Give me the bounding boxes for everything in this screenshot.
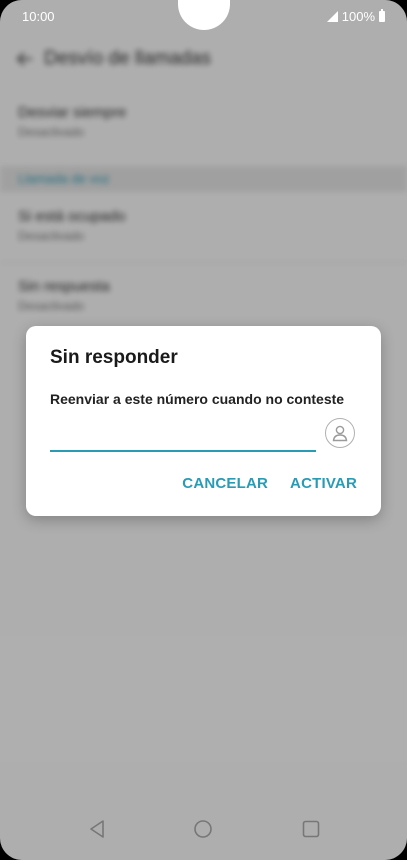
nav-back-icon[interactable] xyxy=(88,819,106,839)
signal-icon xyxy=(326,11,338,22)
phone-screen: Desvío de llamadas Desviar siempre Desac… xyxy=(0,0,407,860)
navigation-bar xyxy=(0,802,407,860)
battery-percent: 100% xyxy=(341,9,375,24)
no-answer-dialog: Sin responder Reenviar a este número cua… xyxy=(26,326,381,516)
cancel-button[interactable]: CANCELAR xyxy=(182,475,268,492)
forward-number-input[interactable] xyxy=(50,424,316,452)
dialog-message: Reenviar a este número cuando no contest… xyxy=(50,391,345,407)
status-right-group: 100% xyxy=(326,9,385,24)
status-time: 10:00 xyxy=(22,9,55,24)
activate-button[interactable]: ACTIVAR xyxy=(290,475,357,492)
nav-recents-icon[interactable] xyxy=(302,820,320,838)
battery-icon xyxy=(379,9,385,22)
contact-picker-button[interactable] xyxy=(325,418,355,448)
dialog-title: Sin responder xyxy=(50,347,178,368)
contact-picker-icon xyxy=(332,425,348,442)
nav-home-icon[interactable] xyxy=(193,819,213,839)
dialog-actions: CANCELAR ACTIVAR xyxy=(182,475,357,492)
